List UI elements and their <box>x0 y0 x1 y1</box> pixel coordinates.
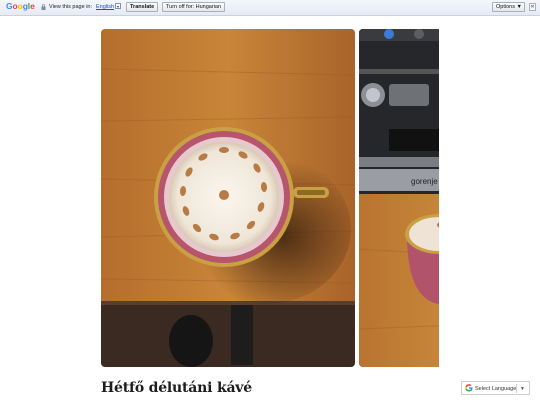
slide-photo-latte-topview[interactable] <box>101 29 355 367</box>
google-translate-bar: Google View this page in: English ▾ Tran… <box>0 0 540 16</box>
close-icon[interactable]: ✕ <box>529 3 536 11</box>
google-g-icon <box>465 384 473 392</box>
espresso-machine-photo-image: gorenje <box>359 29 439 367</box>
google-logo: Google <box>6 1 35 11</box>
translate-button[interactable]: Translate <box>126 2 158 12</box>
lock-icon <box>41 4 46 10</box>
select-language-dropdown[interactable]: Select Language ▼ <box>461 381 530 395</box>
chevron-down-icon: ▼ <box>520 386 525 392</box>
language-dropdown-chevron-icon[interactable]: ▾ <box>115 3 121 9</box>
target-language-link[interactable]: English <box>96 3 114 12</box>
post-title: Hétfő délutáni kávé <box>101 380 252 396</box>
options-button[interactable]: Options ▼ <box>492 2 525 12</box>
turn-off-button[interactable]: Turn off for: Hungarian <box>162 2 225 12</box>
gorenje-brand-text: gorenje <box>411 177 438 186</box>
latte-photo-image <box>101 29 355 367</box>
slide-photo-espresso-machine[interactable]: gorenje <box>359 29 439 367</box>
translate-prompt: View this page in: <box>49 4 93 10</box>
dropdown-divider <box>516 384 517 393</box>
select-language-label: Select Language <box>475 386 517 392</box>
photo-slider[interactable]: gorenje <box>101 29 439 367</box>
